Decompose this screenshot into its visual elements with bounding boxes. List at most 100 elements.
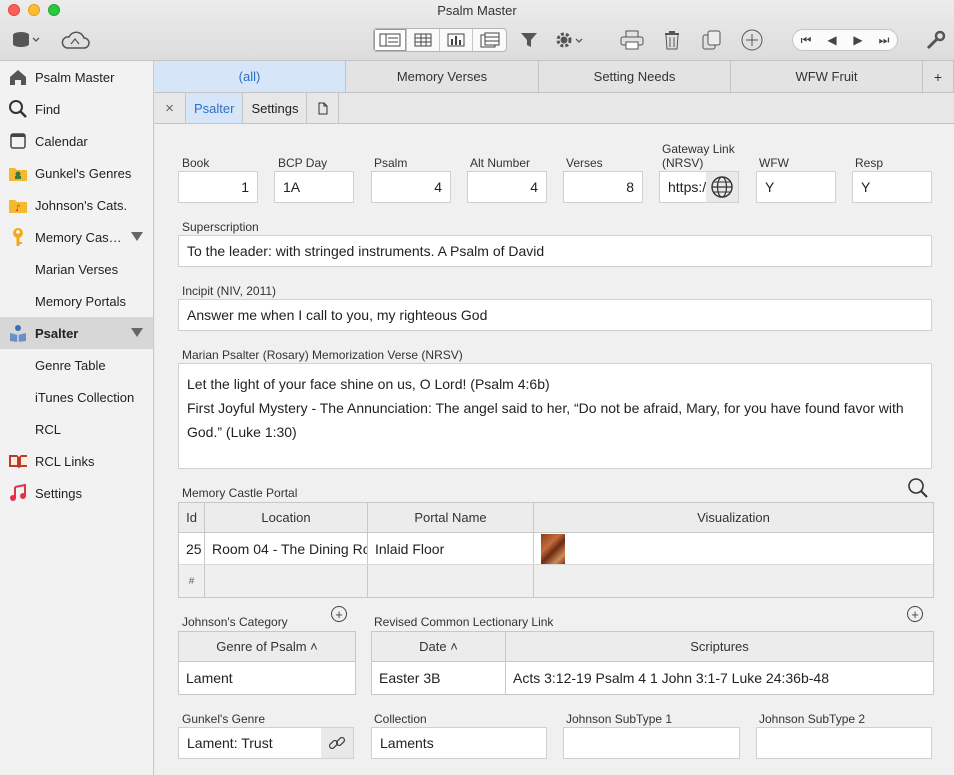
portal-location-cell[interactable]: Room 04 - The Dining Ro <box>205 533 368 564</box>
johnson-subtype-1-field[interactable] <box>563 727 740 759</box>
disclosure-triangle-icon[interactable] <box>131 232 143 241</box>
sidebar-item-psalter[interactable]: Psalter <box>0 317 153 349</box>
close-tab-button[interactable]: × <box>154 93 186 123</box>
sidebar-item-settings[interactable]: Settings <box>0 477 153 509</box>
rcl-link-label: Revised Common Lectionary Link <box>374 615 554 629</box>
database-menu-icon[interactable] <box>10 29 42 51</box>
wrench-icon[interactable] <box>924 29 948 51</box>
column-header-genre-of-psalm[interactable]: Genre of Psalm ˄ <box>179 632 355 661</box>
collection-field[interactable]: Laments <box>371 727 547 759</box>
new-row[interactable]: # <box>179 565 933 597</box>
first-record-icon[interactable]: ⏮ <box>793 30 819 50</box>
tab-settings[interactable]: Settings <box>243 93 308 123</box>
disclosure-triangle-icon[interactable] <box>131 328 143 337</box>
column-header-scriptures[interactable]: Scriptures <box>506 632 933 661</box>
portal-visualization-cell[interactable] <box>534 533 933 564</box>
bcp-day-field[interactable]: 1A <box>274 171 354 203</box>
book-field[interactable]: 1 <box>178 171 258 203</box>
chart-view-icon[interactable] <box>440 29 473 51</box>
column-header-id[interactable]: Id <box>179 503 205 532</box>
wfw-field[interactable]: Y <box>756 171 836 203</box>
sidebar-item-johnsons-cats[interactable]: ♪ Johnson's Cats. <box>0 189 153 221</box>
sidebar-item-memory-portals[interactable]: Memory Portals <box>0 285 153 317</box>
sidebar-item-itunes-collection[interactable]: iTunes Collection <box>0 381 153 413</box>
tab-wfw-fruit[interactable]: WFW Fruit <box>731 61 923 92</box>
empty-cell[interactable] <box>205 565 368 597</box>
incipit-label: Incipit (NIV, 2011) <box>182 284 277 298</box>
table-row[interactable]: 25 Room 04 - The Dining Ro Inlaid Floor <box>179 533 933 565</box>
johnson-category-table: Genre of Psalm ˄ Lament <box>178 631 356 695</box>
gunkels-genre-field[interactable]: Lament: Trust <box>178 727 354 759</box>
marian-verse-line: First Joyful Mystery - The Annunciation:… <box>187 400 904 416</box>
add-rcl-link-button[interactable]: + <box>907 606 923 622</box>
sidebar-item-rcl[interactable]: RCL <box>0 413 153 445</box>
sidebar-item-memory-castle[interactable]: Memory Cas… <box>0 221 153 253</box>
alt-number-field[interactable]: 4 <box>467 171 547 203</box>
search-icon[interactable] <box>907 477 929 502</box>
trash-icon[interactable] <box>660 29 684 51</box>
genre-cell[interactable]: Lament <box>179 662 355 694</box>
cloud-icon[interactable] <box>58 29 92 51</box>
column-header-date[interactable]: Date ˄ <box>372 632 506 661</box>
gear-icon[interactable] <box>553 29 585 51</box>
table-row[interactable]: Lament <box>179 662 355 694</box>
tab-all[interactable]: (all) <box>154 61 346 92</box>
new-record-icon[interactable] <box>739 29 765 51</box>
empty-cell[interactable] <box>534 565 933 597</box>
verses-field[interactable]: 8 <box>563 171 643 203</box>
next-record-icon[interactable]: ▶ <box>845 30 871 50</box>
column-header-location[interactable]: Location <box>205 503 368 532</box>
sidebar: Psalm Master Find Calendar Gunkel's Genr… <box>0 61 154 775</box>
johnson-subtype-1-label: Johnson SubType 1 <box>566 712 673 726</box>
previous-record-icon[interactable]: ◀ <box>819 30 845 50</box>
resp-label: Resp <box>855 156 884 170</box>
globe-icon[interactable] <box>706 172 738 202</box>
table-header: Genre of Psalm ˄ <box>179 632 355 662</box>
last-record-icon[interactable]: ⏭ <box>871 30 897 50</box>
tab-psalter[interactable]: Psalter <box>186 93 244 123</box>
sidebar-item-psalm-master[interactable]: Psalm Master <box>0 61 153 93</box>
column-header-portal-name[interactable]: Portal Name <box>368 503 534 532</box>
portal-id-cell[interactable]: 25 <box>179 533 205 564</box>
title-bar: Psalm Master ⏮ ◀ ▶ ⏭ <box>0 0 954 61</box>
johnson-subtype-2-field[interactable] <box>756 727 932 759</box>
empty-cell[interactable] <box>368 565 534 597</box>
link-icon[interactable] <box>321 728 353 758</box>
table-row[interactable]: Easter 3B Acts 3:12-19 Psalm 4 1 John 3:… <box>372 662 933 694</box>
resp-field[interactable]: Y <box>852 171 932 203</box>
sidebar-item-marian-verses[interactable]: Marian Verses <box>0 253 153 285</box>
bcp-day-label: BCP Day <box>278 156 328 170</box>
marian-verse-field[interactable]: Let the light of your face shine on us, … <box>178 363 932 469</box>
tab-setting-needs[interactable]: Setting Needs <box>539 61 731 92</box>
duplicate-icon[interactable] <box>700 29 724 51</box>
sidebar-item-calendar[interactable]: Calendar <box>0 125 153 157</box>
rcl-scriptures-cell[interactable]: Acts 3:12-19 Psalm 4 1 John 3:1-7 Luke 2… <box>506 662 933 694</box>
portal-name-cell[interactable]: Inlaid Floor <box>368 533 534 564</box>
johnsons-category-label: Johnson's Category <box>182 615 288 629</box>
sidebar-item-find[interactable]: Find <box>0 93 153 125</box>
incipit-field[interactable]: Answer me when I call to you, my righteo… <box>178 299 932 331</box>
sidebar-item-rcl-links[interactable]: RCL Links <box>0 445 153 477</box>
form-view-icon[interactable] <box>374 29 407 51</box>
list-view-icon[interactable] <box>407 29 440 51</box>
table-view-icon[interactable] <box>473 29 506 51</box>
superscription-field[interactable]: To the leader: with stringed instruments… <box>178 235 932 267</box>
svg-text:♪: ♪ <box>15 204 21 214</box>
view-switcher[interactable] <box>373 28 507 52</box>
print-icon[interactable] <box>618 29 646 51</box>
psalm-field[interactable]: 4 <box>371 171 451 203</box>
add-tab-button[interactable]: + <box>923 61 954 92</box>
filter-icon[interactable] <box>516 29 542 51</box>
new-document-icon[interactable] <box>307 93 340 123</box>
sidebar-item-genre-table[interactable]: Genre Table <box>0 349 153 381</box>
gateway-link-field[interactable]: https:/ <box>659 171 739 203</box>
column-header-visualization[interactable]: Visualization <box>534 503 933 532</box>
layout-tabs: (all) Memory Verses Setting Needs WFW Fr… <box>154 61 954 93</box>
tab-memory-verses[interactable]: Memory Verses <box>346 61 539 92</box>
new-row-marker: # <box>179 565 205 597</box>
sidebar-item-gunkels-genres[interactable]: Gunkel's Genres <box>0 157 153 189</box>
add-johnson-category-button[interactable]: + <box>331 606 347 622</box>
folder-music-icon: ♪ <box>8 196 27 214</box>
rcl-date-cell[interactable]: Easter 3B <box>372 662 506 694</box>
gunkels-genre-value: Lament: Trust <box>187 735 273 751</box>
